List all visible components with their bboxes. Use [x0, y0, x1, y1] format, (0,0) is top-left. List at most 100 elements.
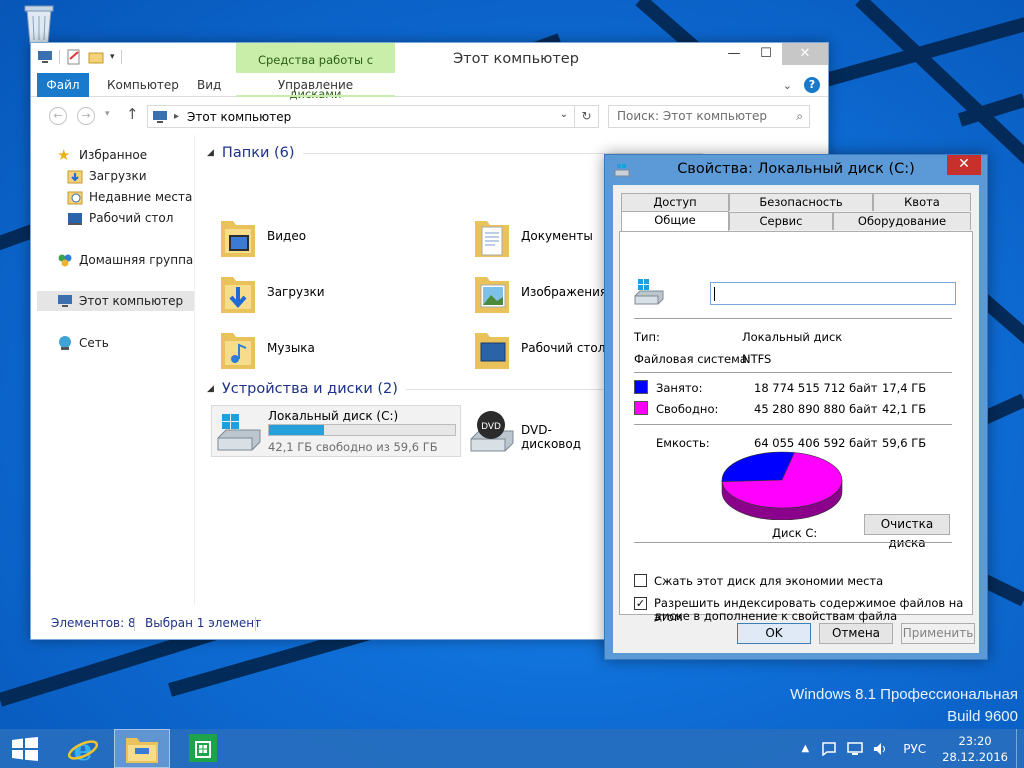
tab-sharing[interactable]: Доступ: [621, 193, 729, 211]
dialog-close-button[interactable]: ✕: [947, 155, 981, 175]
dialog-titlebar[interactable]: Свойства: Локальный диск (C:) ✕: [605, 155, 987, 185]
recent-places-icon: [67, 191, 83, 205]
minimize-button[interactable]: —: [718, 43, 750, 65]
tray-expand-icon[interactable]: ▲: [802, 743, 810, 754]
properties-icon[interactable]: [66, 49, 82, 65]
compress-checkbox[interactable]: [634, 574, 647, 587]
nav-recent[interactable]: Недавние места: [67, 187, 192, 207]
tab-quota[interactable]: Квота: [873, 193, 971, 211]
folder-tile[interactable]: Видео: [219, 213, 306, 259]
folder-tile[interactable]: Документы: [473, 213, 593, 259]
volume-label-input[interactable]: [710, 282, 956, 305]
tab-manage[interactable]: Управление: [236, 73, 395, 97]
network-icon[interactable]: [847, 741, 863, 756]
apply-button[interactable]: Применить: [901, 623, 975, 644]
nav-downloads[interactable]: Загрузки: [67, 166, 147, 186]
navigation-bar: ← → ▾ ↑ ▸ Этот компьютер ⌄ ↻ Поиск: Этот…: [31, 99, 828, 133]
folder-tile[interactable]: Загрузки: [219, 269, 325, 315]
up-button[interactable]: ↑: [126, 105, 139, 123]
nav-network[interactable]: Сеть: [57, 333, 109, 353]
downloads-icon: [67, 170, 83, 184]
close-button[interactable]: ✕: [782, 43, 828, 65]
os-name: Windows 8.1 Профессиональная: [790, 686, 1018, 703]
volume-icon[interactable]: [873, 742, 889, 756]
used-gb: 17,4 ГБ: [882, 381, 927, 395]
os-watermark: Windows 8.1 Профессиональная Build 9600: [790, 684, 1018, 728]
address-bar[interactable]: ▸ Этот компьютер ⌄ ↻: [147, 105, 599, 128]
ribbon-right-controls: ⌄ ?: [783, 77, 820, 93]
folder-label: Рабочий стол: [521, 341, 606, 355]
folder-tile[interactable]: Изображения: [473, 269, 607, 315]
index-checkbox[interactable]: ✓: [634, 597, 647, 610]
free-bytes: 45 280 890 880 байт: [754, 402, 878, 416]
clock-time: 23:20: [958, 733, 992, 748]
collapse-icon[interactable]: ◢: [207, 384, 214, 394]
collapse-icon[interactable]: ◢: [207, 148, 214, 158]
nav-recent-label: Недавние места: [89, 190, 193, 204]
start-button[interactable]: [0, 729, 50, 768]
search-icon[interactable]: ⌕: [796, 106, 803, 127]
disk-cleanup-button[interactable]: Очистка диска: [864, 514, 950, 550]
qat-separator: [120, 50, 122, 64]
nav-desktop[interactable]: Рабочий стол: [67, 208, 173, 228]
qat-dropdown-icon[interactable]: ▾: [110, 52, 115, 62]
drive-c-tile[interactable]: Локальный диск (C:) 42,1 ГБ свободно из …: [211, 405, 461, 457]
header-divider: [405, 388, 636, 390]
refresh-button[interactable]: ↻: [574, 106, 598, 127]
nav-favorites[interactable]: ★ Избранное: [57, 145, 147, 165]
nav-this-pc-label: Этот компьютер: [79, 294, 184, 308]
taskbar-file-explorer[interactable]: [114, 729, 170, 768]
forward-button[interactable]: →: [77, 107, 95, 125]
divider: [634, 318, 952, 319]
nav-downloads-label: Загрузки: [89, 169, 147, 183]
folders-header-label: Папки (6): [221, 145, 295, 161]
explorer-titlebar[interactable]: ▾ Средства работы с дисками Этот компьют…: [31, 43, 828, 101]
tab-computer[interactable]: Компьютер: [107, 73, 179, 97]
ok-button[interactable]: OK: [737, 623, 811, 644]
ribbon-expand-icon[interactable]: ⌄: [783, 79, 792, 92]
computer-icon: [38, 51, 52, 63]
devices-group-header[interactable]: ◢ Устройства и диски (2): [207, 381, 636, 397]
compress-label: Сжать этот диск для экономии места: [654, 574, 884, 588]
star-icon: ★: [57, 146, 71, 164]
tab-hardware[interactable]: Оборудование: [833, 212, 971, 230]
video-folder-icon: [221, 221, 255, 257]
input-language[interactable]: РУС: [903, 742, 926, 756]
search-box[interactable]: Поиск: Этот компьютер ⌕: [608, 105, 810, 128]
dialog-title: Свойства: Локальный диск (C:): [677, 161, 915, 177]
folder-tile[interactable]: Музыка: [219, 325, 315, 371]
os-build: Build 9600: [947, 708, 1018, 725]
quick-access-toolbar: ▾: [37, 49, 122, 65]
tab-view[interactable]: Вид: [197, 73, 221, 97]
drive-usage-fill: [269, 425, 324, 435]
dvd-drive-tile[interactable]: DVD DVD-дисковод: [465, 407, 595, 457]
text-caret: [714, 287, 715, 301]
type-value: Локальный диск: [742, 330, 843, 344]
nav-homegroup[interactable]: Домашняя группа: [57, 250, 193, 270]
nav-desktop-label: Рабочий стол: [89, 211, 174, 225]
address-dropdown-icon[interactable]: ⌄: [560, 109, 568, 120]
show-desktop-button[interactable]: [1016, 729, 1024, 768]
free-label: Свободно:: [656, 402, 719, 416]
tab-general[interactable]: Общие: [621, 211, 729, 231]
clock[interactable]: 23:20 28.12.2016: [942, 733, 1008, 765]
taskbar-store[interactable]: [178, 729, 228, 768]
nav-this-pc[interactable]: Этот компьютер: [57, 291, 183, 311]
cancel-button[interactable]: Отмена: [819, 623, 893, 644]
free-color-swatch: [634, 401, 648, 415]
disk-usage-pie-chart: [721, 451, 843, 520]
tab-security[interactable]: Безопасность: [729, 193, 873, 211]
recent-locations-icon[interactable]: ▾: [105, 109, 110, 119]
help-icon[interactable]: ?: [804, 77, 820, 93]
new-folder-icon[interactable]: [88, 49, 104, 65]
back-button[interactable]: ←: [49, 107, 67, 125]
tab-file[interactable]: Файл: [37, 73, 89, 97]
used-label: Занято:: [656, 381, 703, 395]
tab-tools[interactable]: Сервис: [729, 212, 833, 230]
maximize-button[interactable]: ☐: [750, 43, 782, 65]
folder-tile[interactable]: Рабочий стол: [473, 325, 605, 371]
action-center-icon[interactable]: [821, 741, 837, 756]
divider: [634, 372, 952, 373]
search-placeholder: Поиск: Этот компьютер: [617, 109, 768, 123]
taskbar-internet-explorer[interactable]: e: [58, 729, 108, 768]
